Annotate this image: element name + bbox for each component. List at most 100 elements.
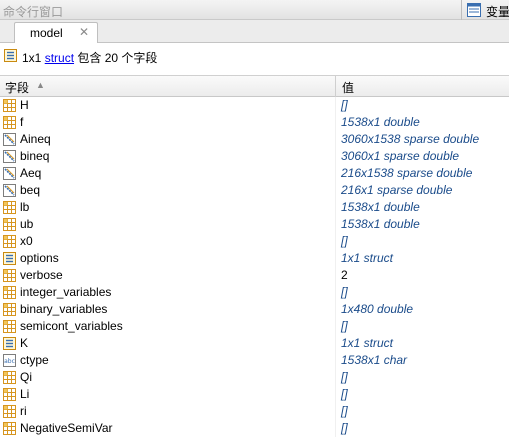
table-row[interactable]: x0 [] [0,233,509,250]
matrix-icon [3,99,16,112]
column-divider [335,403,336,420]
field-name[interactable]: Aeq [20,166,41,180]
matrix-icon [3,218,16,231]
column-divider [335,352,336,369]
table-row[interactable]: Aeq 216x1538 sparse double [0,165,509,182]
field-name[interactable]: integer_variables [20,285,111,299]
field-name[interactable]: ctype [20,353,49,367]
table-row[interactable]: options 1x1 struct [0,250,509,267]
table-row[interactable]: semicont_variables [] [0,318,509,335]
table-row[interactable]: Qi [] [0,369,509,386]
field-value[interactable]: 3060x1538 sparse double [341,132,479,146]
column-header-field[interactable]: 字段 [5,79,29,96]
field-table-body: H [] f 1538x1 double Aineq 3060x1538 sparse d… [0,97,509,445]
field-value[interactable]: 1538x1 char [341,353,407,367]
summary-field-count: 包含 20 个字段 [77,51,158,65]
table-row[interactable]: integer_variables [] [0,284,509,301]
table-row[interactable]: f 1538x1 double [0,114,509,131]
field-name[interactable]: Li [20,387,29,401]
field-value[interactable]: 2 [341,268,348,282]
summary-size: 1x1 [22,51,42,65]
table-row[interactable]: ub 1538x1 double [0,216,509,233]
column-divider [335,114,336,131]
field-name[interactable]: x0 [20,234,33,248]
table-row[interactable]: Aineq 3060x1538 sparse double [0,131,509,148]
field-value[interactable]: [] [341,285,348,299]
table-row[interactable]: ri [] [0,403,509,420]
field-name[interactable]: K [20,336,28,350]
column-divider [335,267,336,284]
table-row[interactable]: K 1x1 struct [0,335,509,352]
field-value[interactable]: 216x1538 sparse double [341,166,472,180]
matrix-icon [3,116,16,129]
field-value[interactable]: [] [341,370,348,384]
field-name[interactable]: ub [20,217,33,231]
column-divider [335,148,336,165]
column-divider [335,97,336,114]
table-row[interactable]: beq 216x1 sparse double [0,182,509,199]
table-row[interactable]: Li [] [0,386,509,403]
field-value[interactable]: [] [341,404,348,418]
column-divider [335,369,336,386]
struct-icon [3,252,16,265]
table-row[interactable]: binary_variables 1x480 double [0,301,509,318]
close-icon[interactable]: ✕ [79,25,89,39]
table-row[interactable]: verbose 2 [0,267,509,284]
table-row[interactable]: abc ctype 1538x1 char [0,352,509,369]
field-value[interactable]: [] [341,421,348,435]
field-name[interactable]: lb [20,200,29,214]
field-name[interactable]: Qi [20,370,32,384]
table-row[interactable]: NegativeSemiVar [] [0,420,509,437]
field-value[interactable]: 216x1 sparse double [341,183,452,197]
column-divider [335,199,336,216]
workspace-icon[interactable] [467,3,481,17]
field-value[interactable]: 1x480 double [341,302,413,316]
matrix-icon [3,405,16,418]
field-name[interactable]: beq [20,183,40,197]
field-name[interactable]: f [20,115,23,129]
field-value[interactable]: 1538x1 double [341,115,420,129]
table-row[interactable]: bineq 3060x1 sparse double [0,148,509,165]
matrix-icon [3,422,16,435]
tab-model[interactable]: model ✕ [14,22,98,43]
window-titlebar: 命令行窗口 变量 [0,0,509,20]
field-name[interactable]: ri [20,404,27,418]
field-value[interactable]: 1x1 struct [341,336,393,350]
field-value[interactable]: 1538x1 double [341,200,420,214]
column-divider [335,250,336,267]
table-header: 字段 ▲ 值 [0,75,509,97]
field-name[interactable]: semicont_variables [20,319,123,333]
field-value[interactable]: 1538x1 double [341,217,420,231]
titlebar-separator [461,0,462,20]
field-value[interactable]: 1x1 struct [341,251,393,265]
field-name[interactable]: H [20,98,29,112]
sparse-icon [3,167,16,180]
column-divider [335,335,336,352]
matrix-icon [3,269,16,282]
table-row[interactable]: H [] [0,97,509,114]
summary-text: 1x1 struct 包含 20 个字段 [22,49,157,66]
matrix-icon [3,201,16,214]
field-value[interactable]: [] [341,234,348,248]
field-name[interactable]: bineq [20,149,49,163]
tab-label: model [30,26,63,40]
field-name[interactable]: NegativeSemiVar [20,421,112,435]
field-value[interactable]: [] [341,319,348,333]
column-header-value[interactable]: 值 [342,79,354,96]
column-divider [335,182,336,199]
workspace-tab-label[interactable]: 变量 [486,3,509,20]
field-name[interactable]: Aineq [20,132,51,146]
field-value[interactable]: [] [341,98,348,112]
document-tabstrip: model ✕ [0,20,509,43]
field-value[interactable]: [] [341,387,348,401]
field-value[interactable]: 3060x1 sparse double [341,149,459,163]
char-icon: abc [3,354,16,367]
field-name[interactable]: verbose [20,268,63,282]
column-divider [335,131,336,148]
table-row[interactable]: lb 1538x1 double [0,199,509,216]
sort-ascending-icon[interactable]: ▲ [36,80,45,90]
column-divider[interactable] [335,76,336,97]
field-name[interactable]: binary_variables [20,302,107,316]
struct-link[interactable]: struct [45,51,74,65]
field-name[interactable]: options [20,251,59,265]
